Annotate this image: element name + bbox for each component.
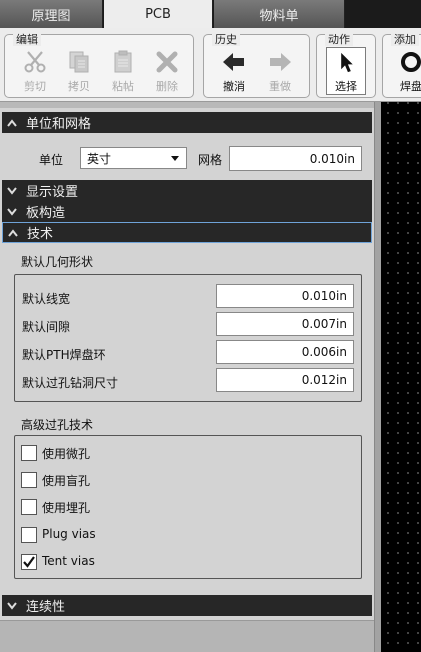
pcb-canvas[interactable] [381,102,421,652]
technology-title: 技术 [27,227,54,242]
units-grid-section-header[interactable]: 单位和网格 [2,112,372,133]
pad-ring-icon [401,52,421,72]
select-label: 选择 [335,80,357,93]
unit-select[interactable]: 英寸 [80,147,187,169]
microvia-label: 使用微孔 [42,447,91,461]
default-pth-annular-ring-value: 0.006in [301,345,347,359]
paste-label: 粘帖 [112,80,134,93]
microvia-checkbox[interactable] [21,445,37,461]
properties-panel: 单位和网格 单位 英寸 网格 0.010in 显示设置 板构造 技术 默认几何形… [0,108,374,652]
cut-label: 剪切 [24,80,46,93]
paste-button[interactable]: 粘帖 [101,47,145,95]
redo-label: 重做 [269,80,291,93]
continuity-section-header[interactable]: 连续性 [2,595,372,616]
buried-via-checkbox[interactable] [21,499,37,515]
default-clearance-field[interactable]: 0.007in [216,312,354,336]
board-construction-title: 板构造 [26,206,66,221]
cut-button[interactable]: 剪切 [13,47,57,95]
clipboard-icon [114,50,132,73]
delete-button[interactable]: 删除 [145,47,189,95]
chevron-down-icon [171,156,179,161]
history-group: 历史 撤消 重做 [203,34,310,98]
default-via-drill-field[interactable]: 0.012in [216,368,354,392]
chevron-down-icon [2,186,22,195]
display-settings-section-header[interactable]: 显示设置 [2,180,372,201]
add-group: 添加 焊盘 [382,34,421,98]
copy-icon [69,51,89,73]
delete-x-icon [156,51,178,73]
copy-button[interactable]: 拷贝 [57,47,101,95]
pad-button[interactable]: 焊盘 [389,47,421,95]
arrow-right-icon [270,53,291,71]
chevron-up-icon [2,118,22,127]
default-trace-width-field[interactable]: 0.010in [216,284,354,308]
tent-vias-checkbox[interactable] [21,554,37,570]
checkmark-icon [23,556,35,568]
advanced-via-title: 高级过孔技术 [21,418,94,432]
board-construction-section-header[interactable]: 板构造 [2,201,372,222]
default-pth-annular-ring-field[interactable]: 0.006in [216,340,354,364]
continuity-title: 连续性 [26,600,66,615]
undo-button[interactable]: 撤消 [212,47,256,95]
display-settings-title: 显示设置 [26,185,79,200]
unit-label: 单位 [39,153,64,167]
arrow-left-icon [223,53,244,71]
units-grid-title: 单位和网格 [26,117,92,132]
plug-vias-checkbox[interactable] [21,527,37,543]
edit-group-title: 编辑 [13,34,41,46]
tent-vias-label: Tent vias [42,554,95,568]
delete-label: 删除 [156,80,178,93]
default-trace-width-label: 默认线宽 [22,292,71,306]
default-via-drill-label: 默认过孔钻洞尺寸 [22,376,119,390]
edit-group: 编辑 剪切 拷贝 粘帖 删除 [4,34,194,98]
chevron-up-icon [3,228,23,237]
chevron-down-icon [2,207,22,216]
default-clearance-value: 0.007in [301,317,347,331]
undo-label: 撤消 [223,80,245,93]
select-button[interactable]: 选择 [326,47,366,95]
document-tab-bar: 原理图 PCB 物料单 [0,0,421,29]
plug-vias-label: Plug vias [42,527,96,541]
panel-splitter[interactable] [374,102,381,652]
buried-via-label: 使用埋孔 [42,501,91,515]
add-group-title: 添加 [391,34,419,46]
default-pth-annular-ring-label: 默认PTH焊盘环 [22,348,106,362]
tab-pcb[interactable]: PCB [104,0,213,29]
copy-label: 拷贝 [68,80,90,93]
default-trace-width-value: 0.010in [301,289,347,303]
pad-label: 焊盘 [400,80,421,93]
scissors-icon [24,51,46,73]
blind-via-checkbox[interactable] [21,472,37,488]
history-group-title: 历史 [212,34,240,46]
pointer-arrow-icon [341,52,353,73]
action-group: 动作 选择 [316,34,376,98]
grid-field-value: 0.010in [309,151,355,166]
default-geometry-title: 默认几何形状 [21,255,94,269]
default-via-drill-value: 0.012in [301,373,347,387]
tab-schematic[interactable]: 原理图 [0,0,103,28]
blind-via-label: 使用盲孔 [42,474,91,488]
unit-select-value: 英寸 [87,151,112,166]
tab-bom[interactable]: 物料单 [214,0,345,28]
ribbon-toolbar: 编辑 剪切 拷贝 粘帖 删除 历史 撤消 重做 动作 选择 添加 焊盘 [0,28,421,102]
redo-button[interactable]: 重做 [258,47,302,95]
panel-footer [0,620,374,652]
grid-label: 网格 [198,153,223,167]
technology-section-header[interactable]: 技术 [2,222,372,243]
chevron-down-icon [2,601,22,610]
grid-field[interactable]: 0.010in [229,146,362,171]
action-group-title: 动作 [325,34,353,46]
default-clearance-label: 默认间隙 [22,320,71,334]
